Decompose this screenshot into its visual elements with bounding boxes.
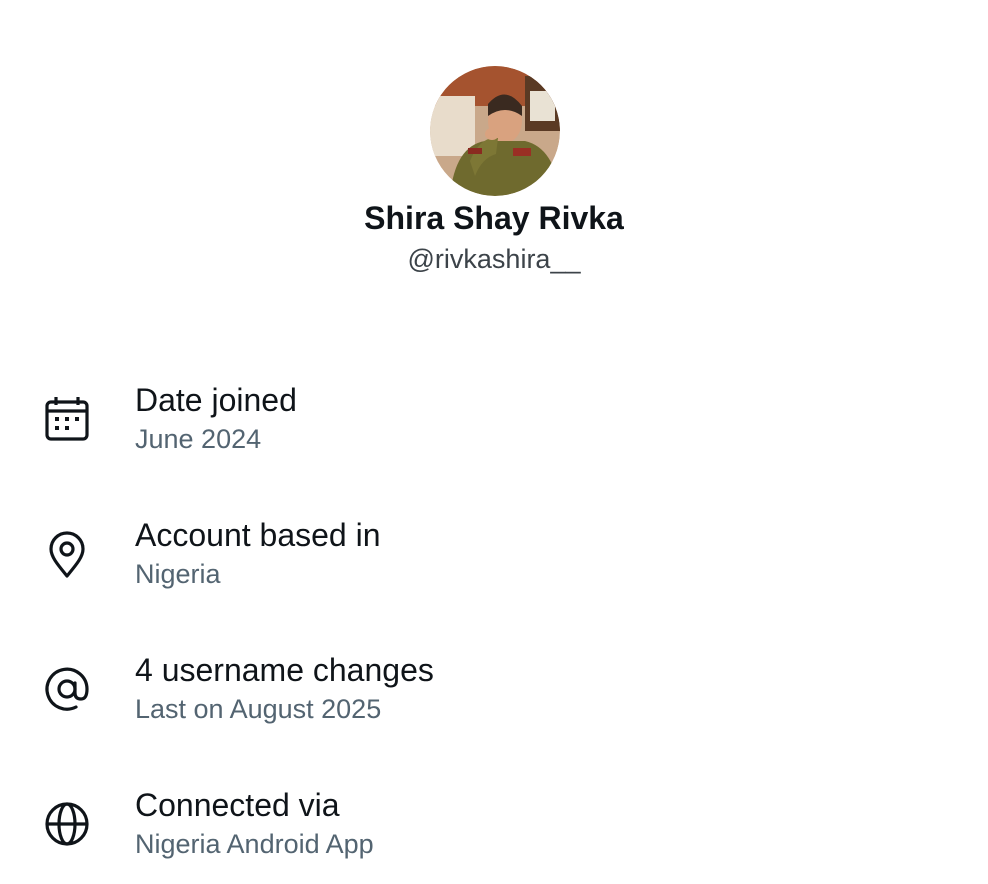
globe-icon: [40, 797, 94, 851]
display-name: Shira Shay Rivka: [364, 200, 624, 236]
location-pin-icon: [40, 527, 94, 581]
info-subtitle: Nigeria Android App: [135, 829, 374, 859]
info-row-account-location: Account based in Nigeria: [0, 505, 988, 605]
info-title: Connected via: [135, 787, 340, 823]
info-subtitle: Last on August 2025: [135, 694, 382, 724]
info-row-username-changes: 4 username changes Last on August 2025: [0, 640, 988, 740]
info-title: Date joined: [135, 382, 297, 418]
info-row-date-joined: Date joined June 2024: [0, 370, 988, 470]
info-subtitle: Nigeria: [135, 559, 221, 589]
at-sign-icon: [40, 662, 94, 716]
avatar-photo: [430, 66, 560, 196]
calendar-icon: [40, 392, 94, 446]
info-title: Account based in: [135, 517, 381, 553]
username-handle: @rivkashira__: [407, 244, 581, 274]
info-row-connected-via: Connected via Nigeria Android App: [0, 775, 988, 875]
info-title: 4 username changes: [135, 652, 434, 688]
avatar[interactable]: [430, 66, 560, 196]
info-subtitle: June 2024: [135, 424, 262, 454]
